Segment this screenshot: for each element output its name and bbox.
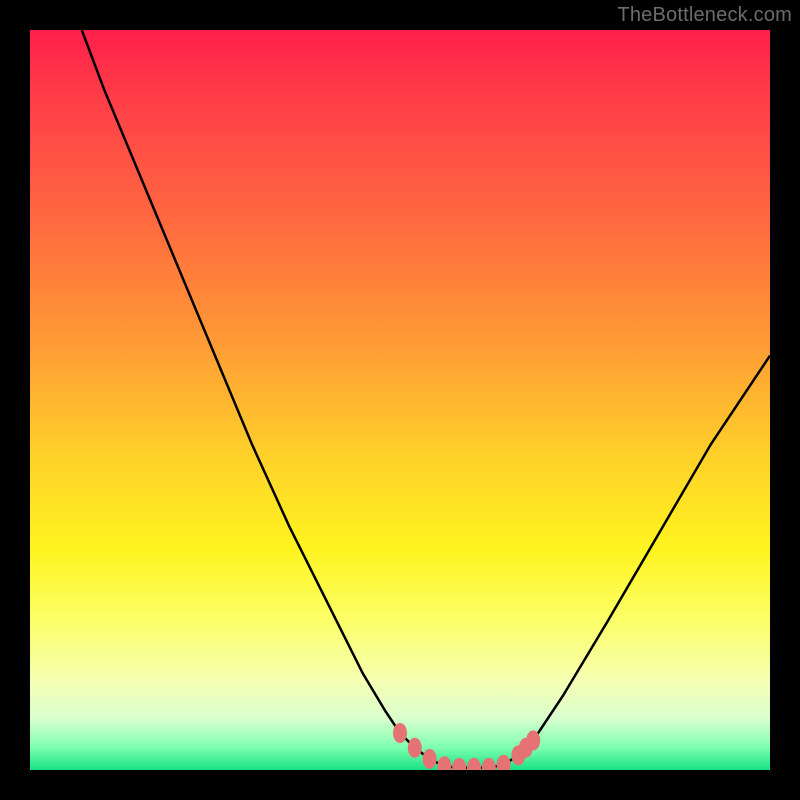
curve-marker [467, 758, 481, 770]
watermark-text: TheBottleneck.com [617, 4, 792, 27]
curve-marker [526, 730, 540, 750]
chart-frame: TheBottleneck.com [0, 0, 800, 800]
curve-marker [482, 758, 496, 770]
curve-marker [408, 738, 422, 758]
curve-marker [423, 749, 437, 769]
plot-area [30, 30, 770, 770]
bottleneck-curve [30, 30, 770, 770]
curve-marker [393, 723, 407, 743]
curve-marker [452, 758, 466, 770]
curve-path [82, 30, 770, 768]
curve-markers [393, 723, 540, 770]
curve-marker [497, 755, 511, 770]
curve-marker [437, 756, 451, 770]
